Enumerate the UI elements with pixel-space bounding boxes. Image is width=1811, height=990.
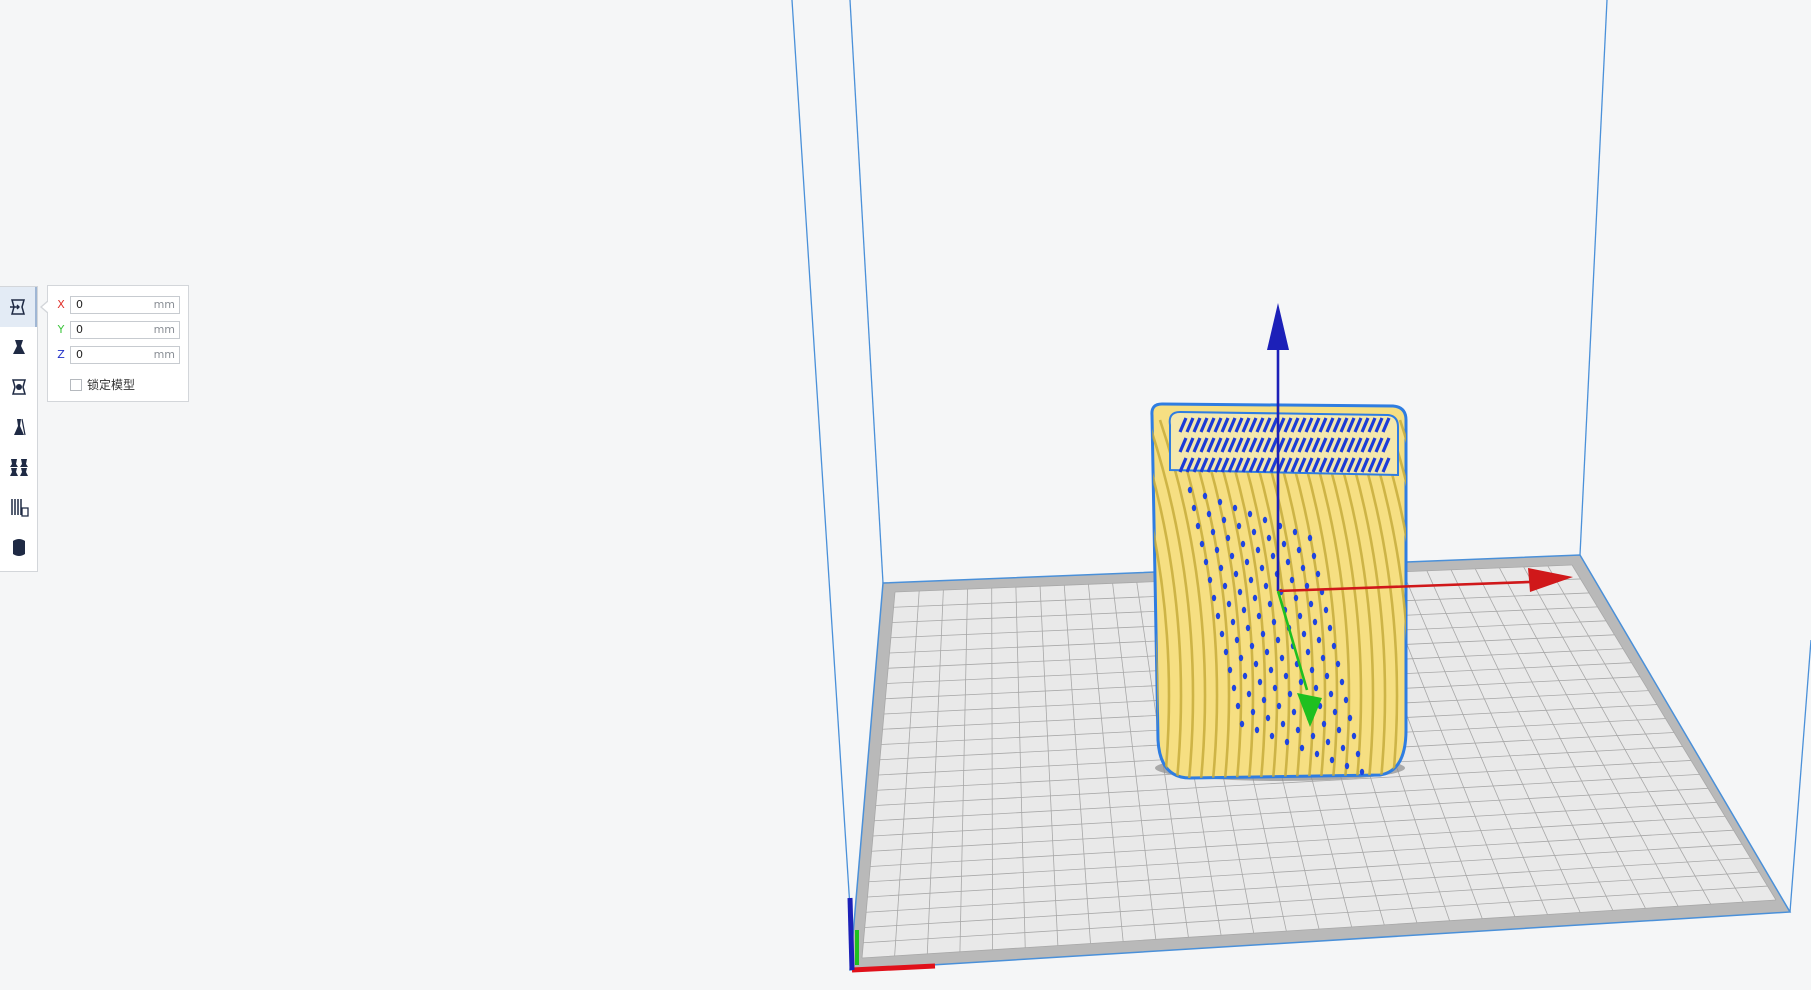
scale-tool-button[interactable] — [0, 327, 37, 367]
z-axis-label: Z — [57, 348, 65, 361]
support-blocker-icon — [10, 499, 29, 517]
z-coordinate-row: Z 0 mm — [56, 346, 182, 364]
x-unit-label: mm — [153, 298, 175, 311]
scale-icon — [12, 340, 25, 354]
z-axis-arrow — [1267, 303, 1289, 350]
per-model-settings-icon — [9, 459, 28, 476]
move-icon — [9, 299, 25, 315]
z-coordinate-value: 0 — [76, 348, 83, 361]
cylinder-icon — [12, 539, 25, 556]
y-coordinate-value: 0 — [76, 323, 83, 336]
cylinder-tool-button[interactable] — [0, 527, 37, 567]
x-coordinate-row: X 0 mm — [56, 296, 182, 314]
move-tool-button[interactable] — [0, 287, 37, 327]
per-model-settings-button[interactable] — [0, 447, 37, 487]
3d-viewport[interactable] — [0, 0, 1811, 990]
z-unit-label: mm — [153, 348, 175, 361]
y-axis-label: Y — [57, 323, 65, 336]
panel-pointer-inner — [42, 301, 49, 313]
y-coordinate-input[interactable]: 0 mm — [70, 321, 180, 339]
move-tool-panel: X 0 mm Y 0 mm Z 0 mm 锁定模型 — [47, 285, 189, 402]
support-blocker-button[interactable] — [0, 487, 37, 527]
tool-toolbar — [0, 286, 38, 572]
z-coordinate-input[interactable]: 0 mm — [70, 346, 180, 364]
x-coordinate-input[interactable]: 0 mm — [70, 296, 180, 314]
y-coordinate-row: Y 0 mm — [56, 321, 182, 339]
lock-model-checkbox-box[interactable] — [70, 379, 82, 391]
lock-model-label: 锁定模型 — [87, 378, 136, 392]
rotate-icon — [11, 379, 26, 395]
x-axis-label: X — [57, 298, 65, 311]
x-coordinate-value: 0 — [76, 298, 83, 311]
mirror-tool-button[interactable] — [0, 407, 37, 447]
rotate-tool-button[interactable] — [0, 367, 37, 407]
mirror-icon — [13, 418, 26, 436]
lock-model-checkbox[interactable]: 锁定模型 — [70, 377, 180, 393]
y-unit-label: mm — [153, 323, 175, 336]
